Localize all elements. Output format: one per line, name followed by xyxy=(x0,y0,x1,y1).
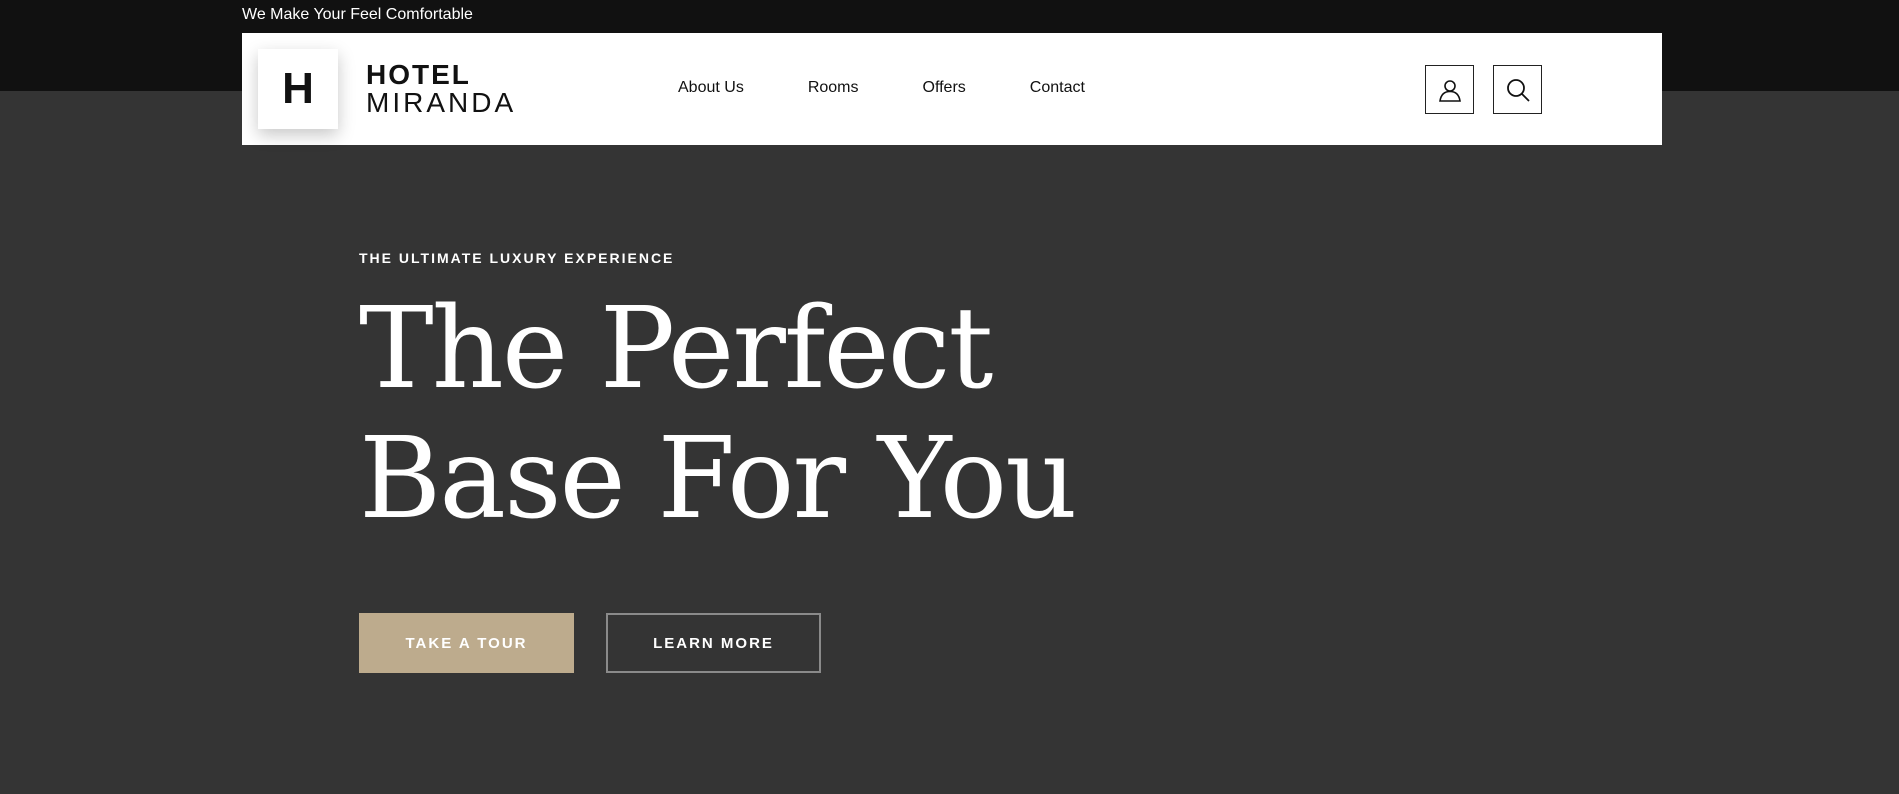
logo-mark[interactable]: H xyxy=(258,49,338,129)
nav-offers[interactable]: Offers xyxy=(923,79,966,97)
hero-title-line-2: Base For You xyxy=(359,414,1077,544)
logo-line-hotel: HOTEL xyxy=(366,59,471,90)
hero-title: The Perfect Base For You xyxy=(359,284,1119,544)
nav-rooms[interactable]: Rooms xyxy=(808,79,859,97)
take-a-tour-button[interactable]: TAKE A TOUR xyxy=(359,613,574,673)
main-header: H HOTEL MIRANDA About Us Rooms Offers Co… xyxy=(242,33,1662,145)
logo-text[interactable]: HOTEL MIRANDA xyxy=(366,61,516,117)
user-icon xyxy=(1438,79,1461,102)
nav-contact[interactable]: Contact xyxy=(1030,79,1085,97)
search-icon xyxy=(1506,78,1530,102)
nav-about-us[interactable]: About Us xyxy=(678,79,744,97)
learn-more-button[interactable]: LEARN MORE xyxy=(606,613,821,673)
account-button[interactable] xyxy=(1425,65,1474,114)
search-button[interactable] xyxy=(1493,65,1542,114)
hero-title-line-1: The Perfect xyxy=(359,284,993,414)
main-nav: About Us Rooms Offers Contact xyxy=(678,79,1149,97)
hero-eyebrow: THE ULTIMATE LUXURY EXPERIENCE xyxy=(359,250,675,266)
logo-line-miranda: MIRANDA xyxy=(366,87,517,118)
tagline: We Make Your Feel Comfortable xyxy=(242,6,473,23)
